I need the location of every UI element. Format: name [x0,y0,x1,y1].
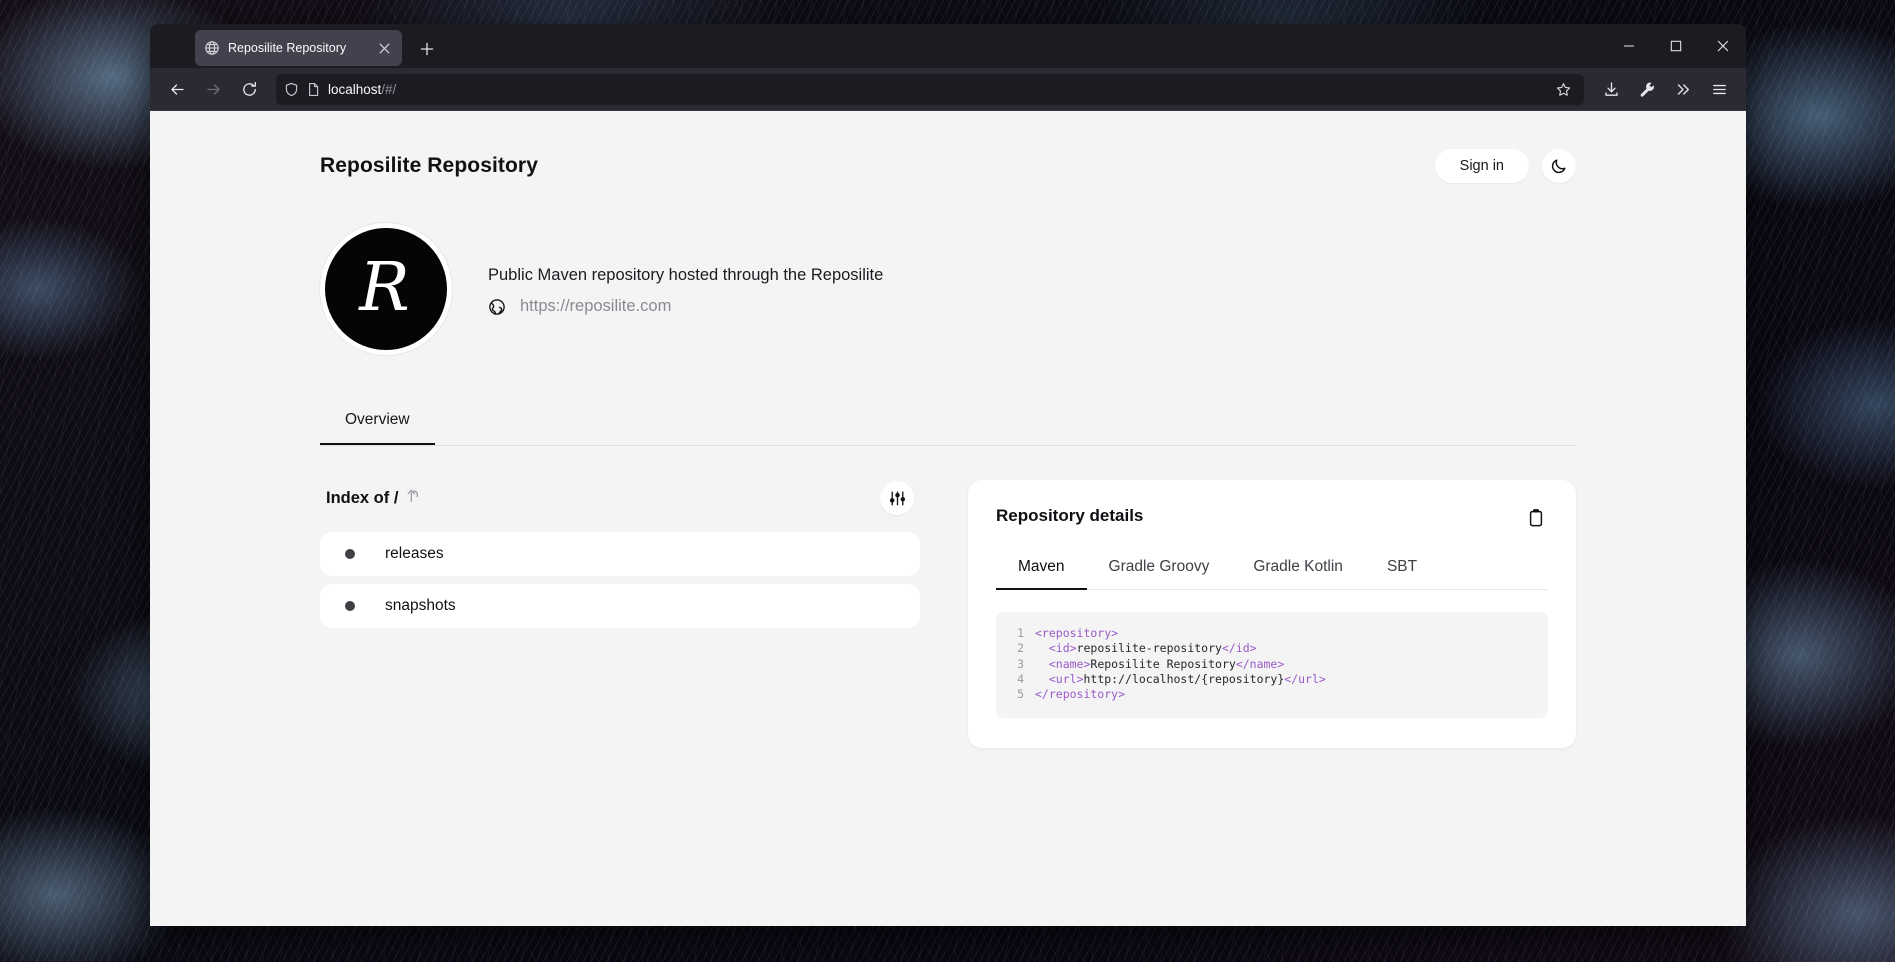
dot-icon [345,549,355,559]
code-line: 5 </repository> [1014,687,1530,702]
page-document-icon [306,82,321,97]
code-line-number: 2 [1014,641,1024,656]
arrow-up-return-icon[interactable] [407,488,421,503]
arrow-left-icon[interactable] [160,73,194,105]
double-chevron-right-icon[interactable] [1666,73,1700,105]
download-icon[interactable] [1594,73,1628,105]
file-name: releases [385,545,444,563]
browser-tab-strip: Reposilite Repository [150,24,1746,68]
table-row[interactable]: releases [320,532,920,576]
shield-icon [284,82,299,97]
sign-in-button[interactable]: Sign in [1435,149,1529,183]
desktop-wallpaper: Reposilite Repository [0,0,1895,962]
code-line-content: <id>reposilite-repository</id> [1035,641,1257,656]
avatar: R [320,223,452,355]
index-title: Index of / [326,489,398,508]
browser-window: Reposilite Repository [150,24,1746,926]
moon-icon[interactable] [1542,149,1576,183]
avatar-letter: R [359,254,409,321]
code-line: 4 <url>http://localhost/{repository}</ur… [1014,672,1530,687]
tab-sbt[interactable]: SBT [1365,552,1439,590]
code-line: 1 <repository> [1014,626,1530,641]
tab-gradle-kotlin[interactable]: Gradle Kotlin [1231,552,1365,590]
globe-icon [204,40,220,56]
code-line: 3 <name>Reposilite Repository</name> [1014,657,1530,672]
window-controls [1605,24,1746,68]
close-icon[interactable] [375,39,393,57]
reload-icon[interactable] [232,73,266,105]
code-line: 2 <id>reposilite-repository</id> [1014,641,1530,656]
header-actions: Sign in [1435,149,1576,183]
code-line-number: 4 [1014,672,1024,687]
code-line-number: 5 [1014,687,1024,702]
sliders-filter-icon[interactable] [880,481,914,515]
repository-website-link[interactable]: https://reposilite.com [520,297,671,316]
hamburger-menu-icon[interactable] [1702,73,1736,105]
address-bar[interactable]: localhost/#/ [276,74,1584,105]
repository-description: Public Maven repository hosted through t… [488,266,883,285]
maximize-icon[interactable] [1652,24,1699,68]
browser-tab-title: Reposilite Repository [228,41,367,55]
code-line-number: 1 [1014,626,1024,641]
file-browser-panel: Index of / [320,480,920,628]
window-close-icon[interactable] [1699,24,1746,68]
build-tool-tabs: Maven Gradle Groovy Gradle Kotlin SBT [996,552,1548,590]
details-title: Repository details [996,506,1143,526]
table-row[interactable]: snapshots [320,584,920,628]
page-tabs: Overview [320,399,1576,446]
wrench-icon[interactable] [1630,73,1664,105]
new-tab-button[interactable] [412,34,442,64]
browser-tab[interactable]: Reposilite Repository [195,30,402,66]
tab-overview[interactable]: Overview [320,399,435,445]
code-line-content: <repository> [1035,626,1118,641]
tab-gradle-groovy[interactable]: Gradle Groovy [1087,552,1232,590]
page-title: Reposilite Repository [320,154,538,178]
browser-toolbar: localhost/#/ [150,68,1746,111]
code-line-content: <url>http://localhost/{repository}</url> [1035,672,1326,687]
web-page-content: Reposilite Repository Sign in R [150,111,1746,926]
file-name: snapshots [385,597,456,615]
code-snippet: 1<repository>2 <id>reposilite-repository… [996,612,1548,718]
code-line-content: </repository> [1035,687,1125,702]
repository-hero: R Public Maven repository hosted through… [320,223,1576,355]
address-bar-url: localhost/#/ [328,82,1543,97]
dot-icon [345,601,355,611]
file-list: releases snapshots [320,532,920,628]
repository-details-panel: Repository details Maven [968,480,1576,748]
clipboard-icon[interactable] [1524,506,1548,530]
tab-maven[interactable]: Maven [996,552,1087,590]
code-line-content: <name>Reposilite Repository</name> [1035,657,1284,672]
minimize-icon[interactable] [1605,24,1652,68]
globe-icon [488,298,506,316]
toolbar-right-actions [1594,73,1736,105]
arrow-right-icon[interactable] [196,73,230,105]
code-line-number: 3 [1014,657,1024,672]
site-header: Reposilite Repository Sign in [320,111,1576,183]
star-icon[interactable] [1550,76,1576,102]
